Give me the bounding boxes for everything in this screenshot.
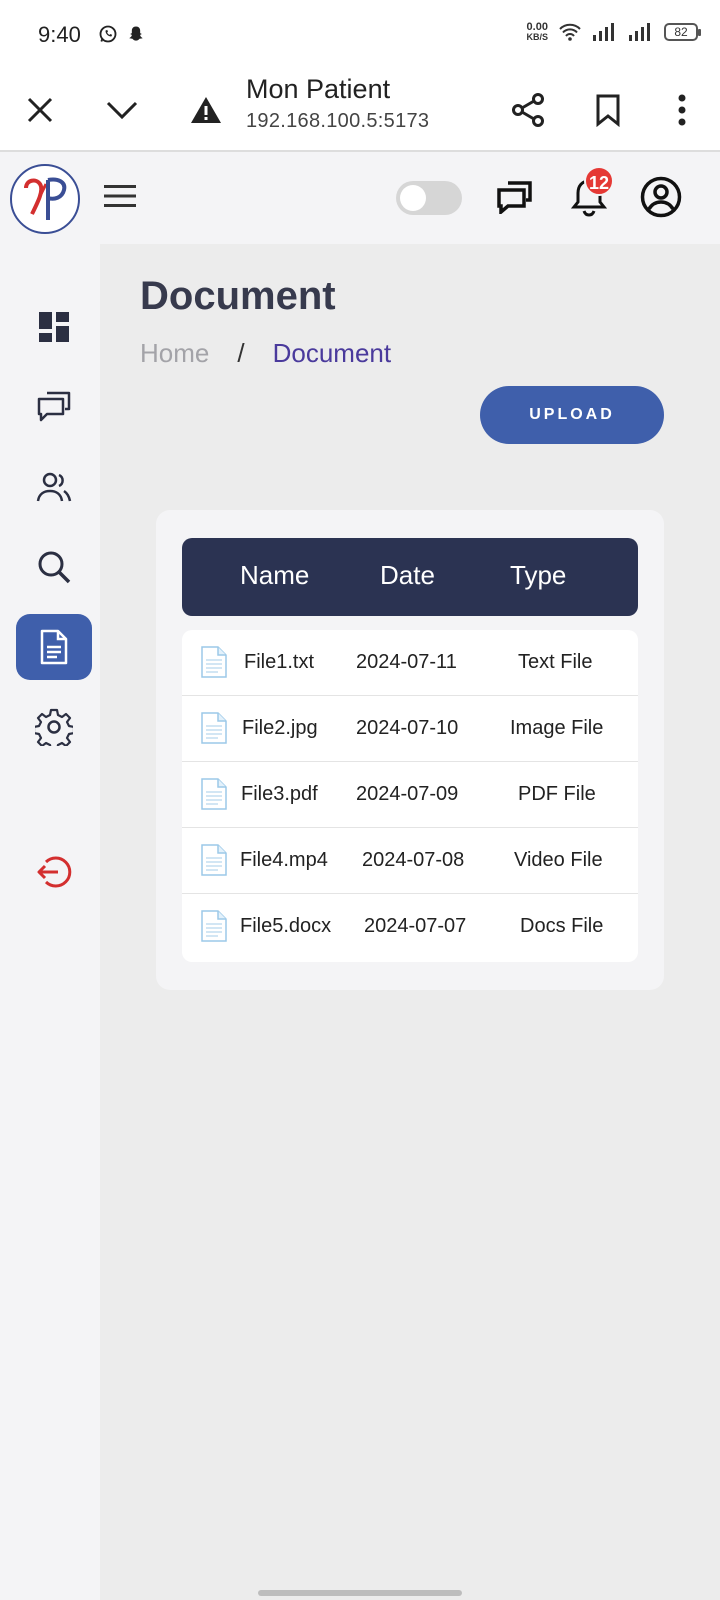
home-indicator[interactable] xyxy=(258,1590,462,1596)
file-icon xyxy=(201,778,227,810)
table-row[interactable]: File3.pdf 2024-07-09 PDF File xyxy=(182,762,638,828)
breadcrumb-separator: / xyxy=(237,338,245,368)
sidebar-item-messages[interactable] xyxy=(16,374,92,440)
sidebar-item-documents[interactable] xyxy=(16,614,92,680)
dashboard-icon xyxy=(39,312,69,342)
app-logo[interactable] xyxy=(10,164,80,234)
share-button[interactable] xyxy=(504,86,552,134)
file-type: Image File xyxy=(510,717,604,739)
file-date: 2024-07-11 xyxy=(356,651,457,673)
notifications-button[interactable]: 12 xyxy=(564,166,614,222)
file-name: File5.docx xyxy=(240,915,332,937)
net-speed-unit: KB/S xyxy=(526,32,548,42)
column-header-name: Name xyxy=(240,560,310,590)
sidebar-item-dashboard[interactable] xyxy=(16,294,92,360)
sidebar-item-patients[interactable] xyxy=(16,454,92,520)
messages-button[interactable] xyxy=(490,172,540,222)
breadcrumb-current: Document xyxy=(272,338,392,368)
status-bar: 9:40 0.00 KB/S 82 xyxy=(0,0,720,70)
column-header-type: Type xyxy=(510,560,567,590)
menu-toggle-button[interactable] xyxy=(100,176,140,216)
snapchat-icon xyxy=(129,26,143,41)
file-date: 2024-07-08 xyxy=(362,849,465,871)
file-type: Video File xyxy=(514,849,603,871)
main-content: Document Home / Document UPLOAD Name Dat… xyxy=(100,244,720,1600)
documents-table-body: File1.txt 2024-07-11 Text File File2.jpg… xyxy=(182,630,638,962)
document-icon xyxy=(40,629,68,665)
table-row[interactable]: File2.jpg 2024-07-10 Image File xyxy=(182,696,638,762)
sidebar xyxy=(0,244,100,1600)
more-vertical-icon xyxy=(678,94,686,126)
file-name: File1.txt xyxy=(244,651,315,673)
more-options-button[interactable] xyxy=(658,86,706,134)
battery-indicator: 82 xyxy=(664,23,701,41)
notification-badge: 12 xyxy=(584,166,614,196)
user-avatar-icon xyxy=(640,176,682,218)
column-header-date: Date xyxy=(380,560,435,590)
logout-icon xyxy=(37,856,72,888)
chat-icon xyxy=(37,391,71,422)
breadcrumb-home[interactable]: Home xyxy=(140,338,209,369)
hamburger-menu-icon xyxy=(104,185,136,207)
breadcrumb: Home / Document xyxy=(140,338,391,369)
file-type: Text File xyxy=(518,651,593,673)
users-icon xyxy=(36,472,72,502)
status-notification-icons xyxy=(98,24,146,44)
page-title: Document xyxy=(140,274,336,318)
url-text[interactable]: 192.168.100.5:5173 xyxy=(246,110,429,133)
file-icon xyxy=(201,712,227,744)
wifi-icon xyxy=(559,23,581,41)
file-date: 2024-07-07 xyxy=(364,915,467,937)
file-name: File4.mp4 xyxy=(240,849,328,871)
upload-button[interactable]: UPLOAD xyxy=(480,386,664,444)
sidebar-item-logout[interactable] xyxy=(16,839,92,905)
search-icon xyxy=(38,551,71,584)
sidebar-item-search[interactable] xyxy=(16,534,92,600)
signal-2-icon xyxy=(629,23,650,41)
sidebar-item-settings[interactable] xyxy=(16,694,92,760)
chevron-down-icon xyxy=(106,101,138,120)
net-speed: 0.00 KB/S xyxy=(526,21,548,43)
bookmark-icon xyxy=(596,94,620,127)
table-row[interactable]: File5.docx 2024-07-07 Docs File xyxy=(182,894,638,960)
close-tab-button[interactable] xyxy=(16,86,64,134)
logo-icon xyxy=(24,177,67,220)
signal-icon xyxy=(593,23,614,41)
table-header: Name Date Type xyxy=(182,538,638,616)
close-icon xyxy=(27,97,53,123)
table-row[interactable]: File4.mp4 2024-07-08 Video File xyxy=(182,828,638,894)
file-date: 2024-07-10 xyxy=(356,717,459,739)
file-icon xyxy=(201,646,227,678)
warning-icon xyxy=(191,97,221,123)
theme-toggle[interactable] xyxy=(396,181,462,215)
file-icon xyxy=(201,844,227,876)
profile-button[interactable] xyxy=(636,172,686,222)
file-icon xyxy=(201,910,227,942)
minimize-button[interactable] xyxy=(98,86,146,134)
file-date: 2024-07-09 xyxy=(356,783,459,805)
table-row[interactable]: File1.txt 2024-07-11 Text File xyxy=(182,630,638,696)
file-type: Docs File xyxy=(520,915,604,937)
toggle-knob xyxy=(400,185,426,211)
whatsapp-icon xyxy=(99,25,117,43)
bookmark-button[interactable] xyxy=(584,86,632,134)
app-header: 12 xyxy=(0,152,720,244)
settings-icon xyxy=(35,708,73,746)
net-speed-value: 0.00 xyxy=(526,21,548,33)
file-name: File2.jpg xyxy=(242,717,318,739)
chat-icon xyxy=(497,181,532,214)
security-warning-button[interactable] xyxy=(182,86,230,134)
documents-card: Name Date Type File1.txt 2024-07-11 Text… xyxy=(156,510,664,990)
status-system-icons: 0.00 KB/S 82 xyxy=(526,21,701,43)
file-name: File3.pdf xyxy=(241,783,318,805)
share-icon xyxy=(512,93,544,127)
page-tab-title: Mon Patient xyxy=(246,74,391,104)
file-type: PDF File xyxy=(518,783,596,805)
browser-toolbar: Mon Patient 192.168.100.5:5173 xyxy=(0,70,720,152)
status-time: 9:40 xyxy=(38,22,81,47)
